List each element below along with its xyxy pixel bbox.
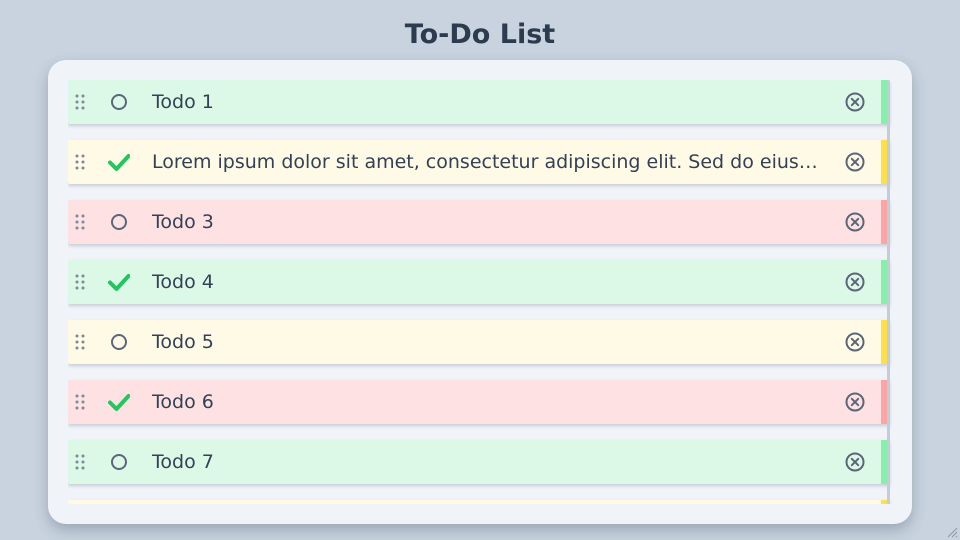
todo-text: Todo 6 — [152, 391, 214, 413]
close-circle-icon[interactable] — [844, 331, 866, 353]
todo-text: Todo 3 — [152, 211, 214, 233]
drag-handle-icon[interactable] — [72, 332, 88, 352]
scrollbar[interactable] — [887, 80, 890, 504]
resize-grip-icon[interactable] — [946, 526, 958, 538]
circle-icon[interactable] — [108, 452, 130, 472]
checkmark-icon[interactable] — [108, 272, 130, 292]
todo-text — [152, 500, 828, 504]
drag-handle-icon[interactable] — [72, 92, 88, 112]
close-circle-icon[interactable] — [844, 151, 866, 173]
todo-item[interactable]: Todo 7 — [68, 440, 890, 484]
todo-text: Todo 4 — [152, 271, 214, 293]
circle-icon[interactable] — [108, 212, 130, 232]
todo-item[interactable]: Todo 3 — [68, 200, 890, 244]
todo-item[interactable]: Lorem ipsum dolor sit amet, consectetur … — [68, 140, 890, 184]
todo-list-viewport[interactable]: Todo 1 Lorem ipsum dolor sit amet, consec… — [68, 80, 892, 504]
todo-card: Todo 1 Lorem ipsum dolor sit amet, consec… — [48, 60, 912, 524]
drag-handle-icon[interactable] — [72, 392, 88, 412]
todo-text: Todo 5 — [152, 331, 214, 353]
drag-handle-icon[interactable] — [72, 272, 88, 292]
close-circle-icon[interactable] — [844, 451, 866, 473]
circle-icon[interactable] — [108, 332, 130, 352]
todo-text: Todo 7 — [152, 451, 214, 473]
checkmark-icon[interactable] — [108, 152, 130, 172]
todo-text: Todo 1 — [152, 91, 214, 113]
todo-text: Lorem ipsum dolor sit amet, consectetur … — [152, 151, 828, 173]
todo-item[interactable]: Todo 5 — [68, 320, 890, 364]
todo-item[interactable]: Todo 4 — [68, 260, 890, 304]
close-circle-icon[interactable] — [844, 391, 866, 413]
checkmark-icon[interactable] — [108, 392, 130, 412]
close-circle-icon[interactable] — [844, 91, 866, 113]
todo-item[interactable]: Todo 6 — [68, 380, 890, 424]
drag-handle-icon[interactable] — [72, 152, 88, 172]
close-circle-icon[interactable] — [844, 211, 866, 233]
close-circle-icon[interactable] — [844, 271, 866, 293]
todo-item[interactable] — [68, 500, 890, 504]
drag-handle-icon[interactable] — [72, 212, 88, 232]
todo-item[interactable]: Todo 1 — [68, 80, 890, 124]
drag-handle-icon[interactable] — [72, 452, 88, 472]
page-title: To-Do List — [404, 19, 556, 50]
circle-icon[interactable] — [108, 92, 130, 112]
